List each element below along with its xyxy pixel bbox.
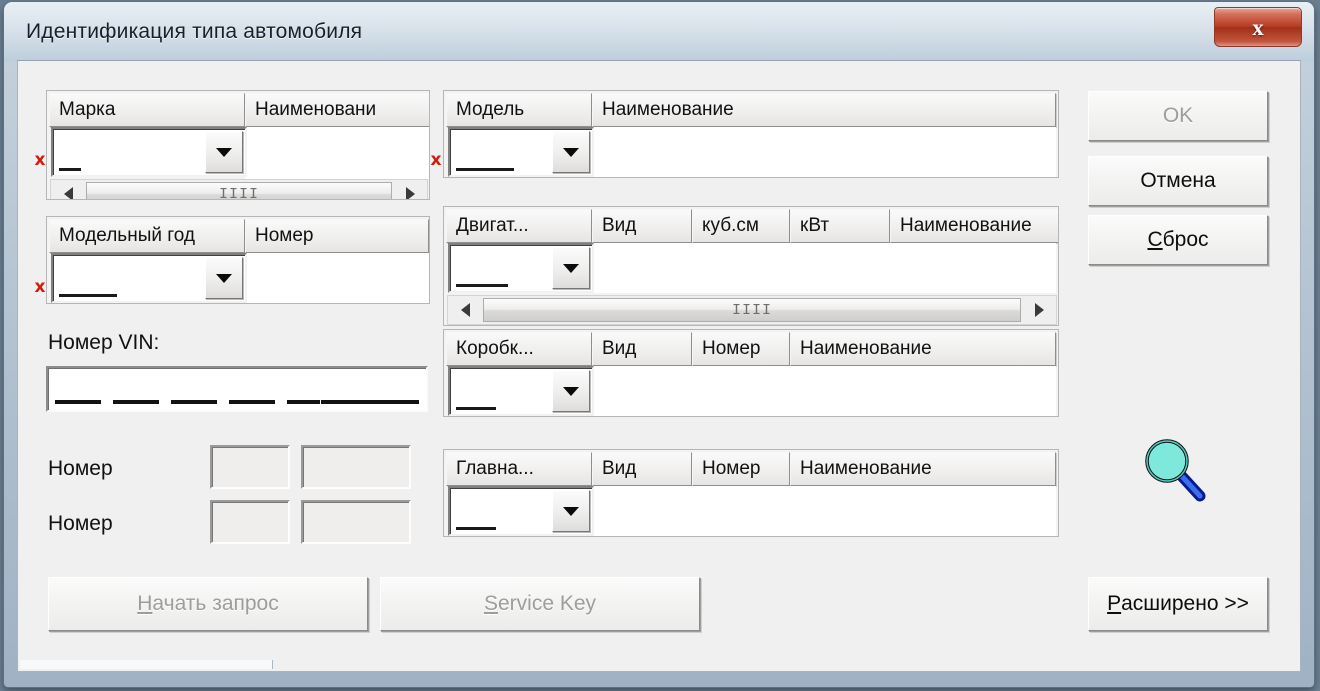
magnifier-icon-svg <box>1145 439 1206 502</box>
reset-button-accel: С <box>1147 228 1163 251</box>
main-drive-header-drive[interactable]: Главна... <box>446 452 592 486</box>
cancel-button[interactable]: Отмена <box>1088 156 1268 206</box>
main-drive-combo-value <box>456 527 496 530</box>
main-drive-header-name[interactable]: Наименование <box>790 452 1056 486</box>
service-key-label: ervice Key <box>497 592 597 615</box>
gearbox-header-name[interactable]: Наименование <box>790 332 1056 366</box>
brand-header-name[interactable]: Наименовани <box>245 93 429 127</box>
scroll-left-button[interactable] <box>51 180 85 199</box>
close-button[interactable]: x <box>1214 7 1302 47</box>
model-year-header-number[interactable]: Номер <box>245 219 429 253</box>
number-row-1-field-b <box>301 445 411 489</box>
gearbox-combo-value <box>456 407 496 410</box>
brand-combo-value <box>59 168 81 171</box>
scroll-left-button[interactable] <box>448 296 482 324</box>
chevron-down-icon[interactable] <box>552 370 590 412</box>
engine-row-cells <box>592 243 1056 293</box>
ok-button-label: OK <box>1162 104 1194 127</box>
model-name-cell <box>592 127 1056 177</box>
engine-header-cc[interactable]: куб.см <box>692 209 790 243</box>
cancel-button-label: Отмена <box>1140 169 1216 192</box>
model-combo[interactable] <box>448 127 594 177</box>
start-query-button[interactable]: Начать запрос <box>48 577 368 631</box>
brand-name-cell <box>245 127 429 179</box>
model-header-name[interactable]: Наименование <box>592 93 1056 127</box>
gearbox-panel: Коробк... Вид Номер Наименование <box>443 329 1059 417</box>
scroll-thumb[interactable]: IIII <box>86 182 392 199</box>
chevron-down-icon[interactable] <box>205 257 243 299</box>
chevron-down-icon[interactable] <box>552 247 590 289</box>
gearbox-header-number[interactable]: Номер <box>692 332 790 366</box>
start-query-accel: Н <box>137 592 153 615</box>
magnifier-icon[interactable] <box>1140 436 1210 506</box>
main-drive-header-number[interactable]: Номер <box>692 452 790 486</box>
dialog-window: Идентификация типа автомобиля x x Марка … <box>4 2 1314 687</box>
dialog-client-area: x Марка Наименовани IIII x Модельный год… <box>17 60 1301 672</box>
gearbox-header-type[interactable]: Вид <box>592 332 692 366</box>
chevron-down-icon[interactable] <box>552 490 590 532</box>
required-marker-brand: x <box>34 150 46 170</box>
main-drive-header-type[interactable]: Вид <box>592 452 692 486</box>
model-combo-value <box>456 168 514 171</box>
gearbox-row-cells <box>592 366 1056 416</box>
ok-button[interactable]: OK <box>1088 91 1268 141</box>
brand-panel: Марка Наименовани IIII <box>46 90 430 200</box>
main-drive-row-cells <box>592 486 1056 536</box>
extended-label: асширено >> <box>1121 592 1249 615</box>
vin-mask-tail <box>321 400 419 404</box>
main-drive-combo[interactable] <box>448 486 594 536</box>
extended-button[interactable]: Расширено >> <box>1088 577 1268 631</box>
window-title: Идентификация типа автомобиля <box>26 20 363 43</box>
main-drive-panel: Главна... Вид Номер Наименование <box>443 449 1059 537</box>
reset-button-label: брос <box>1162 228 1209 251</box>
vin-input[interactable] <box>46 366 428 412</box>
chevron-down-icon[interactable] <box>205 131 243 173</box>
scroll-thumb[interactable]: IIII <box>483 298 1021 322</box>
start-query-label: ачать запрос <box>152 592 279 615</box>
scroll-right-button[interactable] <box>1022 296 1056 324</box>
brand-combo[interactable] <box>51 127 247 177</box>
number-row-2-field-a <box>210 500 290 544</box>
engine-panel: Двигат... Вид куб.см кВт Наименование II… <box>443 206 1059 326</box>
number-row-1-field-a <box>210 445 290 489</box>
vin-mask-dashes <box>55 400 320 404</box>
required-marker-model: x <box>430 150 442 170</box>
engine-header-kw[interactable]: кВт <box>790 209 890 243</box>
engine-header-name[interactable]: Наименование <box>890 209 1058 243</box>
model-year-combo-value <box>59 294 117 297</box>
model-year-number-cell <box>245 253 429 303</box>
vin-label: Номер VIN: <box>48 331 160 354</box>
model-year-panel: Модельный год Номер <box>46 216 430 304</box>
model-header-model[interactable]: Модель <box>446 93 592 127</box>
bottom-sliver <box>20 660 273 669</box>
service-key-accel: S <box>483 592 498 615</box>
gearbox-combo[interactable] <box>448 366 594 416</box>
engine-header-type[interactable]: Вид <box>592 209 692 243</box>
model-year-combo[interactable] <box>51 253 247 303</box>
number-row-2-label: Номер <box>48 512 113 535</box>
engine-header-engine[interactable]: Двигат... <box>446 209 592 243</box>
number-row-2-field-b <box>301 500 411 544</box>
close-icon: x <box>1252 14 1264 40</box>
title-bar: Идентификация типа автомобиля x <box>4 2 1314 62</box>
number-row-1-label: Номер <box>48 457 113 480</box>
engine-combo-value <box>456 284 508 287</box>
service-key-button[interactable]: Service Key <box>380 577 700 631</box>
engine-hscrollbar[interactable]: IIII <box>447 295 1057 325</box>
reset-button[interactable]: Сброс <box>1088 215 1268 265</box>
engine-combo[interactable] <box>448 243 594 293</box>
chevron-down-icon[interactable] <box>552 131 590 173</box>
required-marker-model-year: x <box>34 277 46 297</box>
brand-header-marka[interactable]: Марка <box>49 93 245 127</box>
extended-accel: Р <box>1107 592 1122 615</box>
scroll-right-button[interactable] <box>393 180 427 199</box>
gearbox-header-gearbox[interactable]: Коробк... <box>446 332 592 366</box>
brand-hscrollbar[interactable]: IIII <box>50 179 428 199</box>
model-year-header-year[interactable]: Модельный год <box>49 219 245 253</box>
model-panel: Модель Наименование <box>443 90 1059 178</box>
